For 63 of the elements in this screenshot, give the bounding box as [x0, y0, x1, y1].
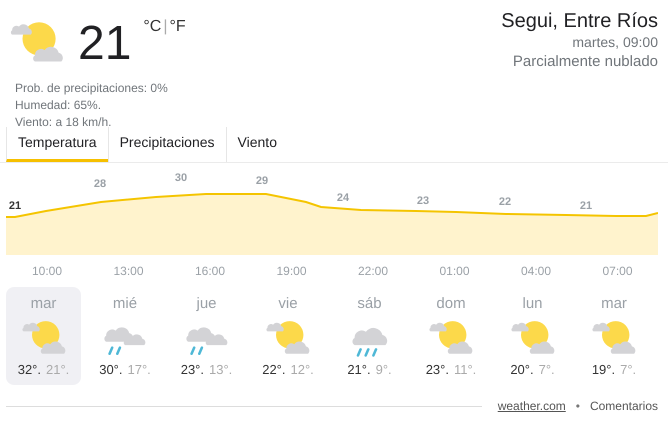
source-link[interactable]: weather.com: [498, 399, 566, 413]
temperature-label: 29: [256, 175, 268, 187]
day-name: jue: [196, 295, 217, 312]
temperature-label: 22: [498, 196, 512, 208]
temperature-value: 21: [78, 20, 132, 68]
time-label: 22:00: [358, 264, 388, 278]
high-temperature: 22°.: [262, 362, 286, 378]
date-time: martes, 09:00: [572, 33, 658, 52]
tab[interactable]: Viento: [226, 127, 288, 162]
high-temperature: 19°.: [592, 362, 616, 378]
day-name: sáb: [357, 295, 382, 312]
celsius-unit[interactable]: °C: [143, 18, 162, 36]
time-label: 10:00: [32, 264, 62, 278]
temperature-label: 21: [580, 200, 592, 212]
day-name: mar: [30, 295, 56, 312]
weather-detail: Prob. de precipitaciones: 0%: [15, 80, 169, 97]
day-name: lun: [522, 295, 543, 312]
high-temperature: 20°.: [510, 362, 534, 378]
high-temperature: 30°.: [99, 362, 122, 378]
time-label: 16:00: [194, 264, 226, 278]
high-temperature: 23°.: [426, 362, 449, 378]
day-forecast[interactable]: sáb 21°. 9°.: [332, 287, 407, 385]
condition-text: Parcialmente nublado: [512, 52, 658, 71]
low-temperature: 12°.: [290, 362, 314, 378]
low-temperature: 11°.: [454, 362, 476, 378]
high-temperature: 21°.: [347, 362, 371, 378]
fahrenheit-unit[interactable]: °F: [170, 18, 186, 36]
day-forecast[interactable]: mar 19°. 7°.: [576, 287, 652, 385]
temperature-label: 30: [174, 172, 188, 184]
location-name: Segui, Entre Ríos: [501, 10, 658, 33]
low-temperature: 17°.: [128, 362, 151, 378]
time-label: 19:00: [276, 264, 307, 278]
temperature-label: 28: [94, 178, 106, 190]
day-name: vie: [278, 295, 298, 312]
time-label: 07:00: [602, 264, 633, 278]
tab[interactable]: Temperatura: [6, 127, 108, 162]
temperature-label: 21: [8, 200, 22, 212]
day-name: dom: [436, 295, 466, 312]
time-label: 04:00: [520, 264, 552, 278]
day-forecast[interactable]: lun 20°. 7°.: [495, 287, 570, 385]
low-temperature: 13°.: [209, 362, 232, 378]
day-forecast[interactable]: mié 30°. 17°.: [88, 287, 162, 385]
weather-detail: Humedad: 65%.: [15, 97, 102, 114]
unit-separator: |: [163, 18, 168, 36]
temperature-label: 24: [336, 192, 350, 204]
tab[interactable]: Precipitaciones: [108, 127, 226, 162]
separator-dot: •: [576, 399, 580, 413]
temperature-label: 23: [416, 195, 430, 207]
day-forecast[interactable]: mar 32°. 21°.: [6, 287, 81, 385]
high-temperature: 32°.: [18, 362, 41, 378]
time-label: 01:00: [439, 264, 470, 278]
day-name: mar: [601, 295, 627, 312]
time-label: 13:00: [113, 264, 144, 278]
low-temperature: 9°.: [376, 362, 392, 378]
day-forecast[interactable]: jue 23°. 13°.: [169, 287, 244, 385]
day-forecast[interactable]: vie 22°. 12°.: [250, 287, 326, 385]
feedback-link[interactable]: Comentarios: [590, 399, 658, 413]
day-name: mié: [112, 295, 138, 312]
low-temperature: 7°.: [620, 362, 636, 378]
high-temperature: 23°.: [180, 362, 204, 378]
low-temperature: 7°.: [538, 362, 555, 378]
low-temperature: 21°.: [46, 362, 70, 378]
day-forecast[interactable]: dom 23°. 11°.: [414, 287, 488, 385]
